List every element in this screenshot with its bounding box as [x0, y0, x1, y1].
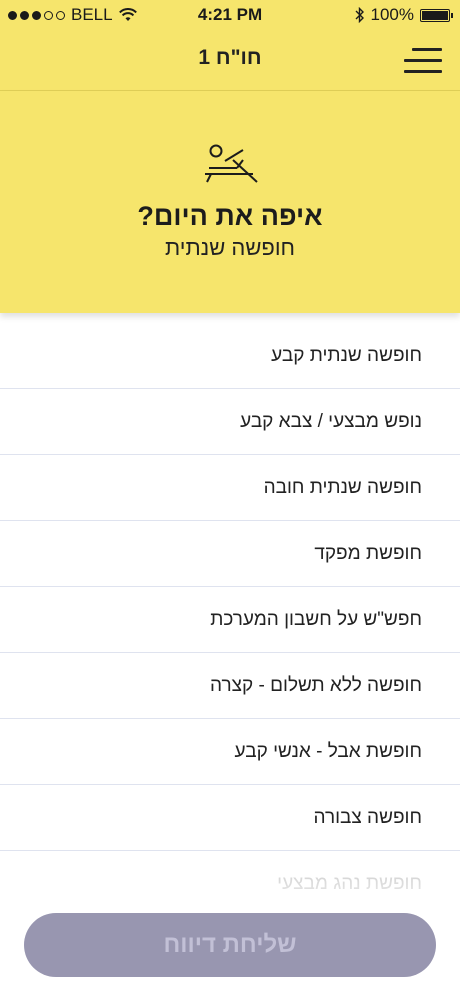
location-options-list: חופשה שנתית קבע נופש מבצעי / צבא קבע חופ…	[0, 323, 460, 917]
list-item[interactable]: חופשת מפקד	[0, 521, 460, 587]
status-bar: BELL 4:21 PM 100%	[0, 0, 460, 30]
list-item[interactable]: חופשת נהג מבצעי	[0, 851, 460, 917]
status-right: 100%	[355, 5, 453, 25]
location-header: איפה את היום? חופשה שנתית	[0, 91, 460, 313]
list-item[interactable]: חופשה ללא תשלום - קצרה	[0, 653, 460, 719]
nav-bar: חו"ח 1	[0, 30, 460, 91]
submit-report-button[interactable]: שליחת דיווח	[24, 913, 436, 977]
list-item[interactable]: חופשה שנתית חובה	[0, 455, 460, 521]
battery-percentage: 100%	[370, 5, 414, 24]
hamburger-menu-icon[interactable]	[404, 48, 442, 74]
location-question: איפה את היום?	[137, 201, 323, 231]
selected-location: חופשה שנתית	[164, 235, 296, 260]
list-item[interactable]: חופשת אבל - אנשי קבע	[0, 719, 460, 785]
sunbed-icon	[205, 144, 258, 183]
list-item[interactable]: חופשה צבורה	[0, 785, 460, 851]
list-item[interactable]: חפש"ש על חשבון המערכת	[0, 587, 460, 653]
list-item[interactable]: חופשה שנתית קבע	[0, 323, 460, 389]
page-title: חו"ח 1	[198, 46, 262, 69]
battery-icon	[420, 8, 453, 22]
list-item[interactable]: נופש מבצעי / צבא קבע	[0, 389, 460, 455]
bluetooth-icon	[355, 7, 364, 23]
